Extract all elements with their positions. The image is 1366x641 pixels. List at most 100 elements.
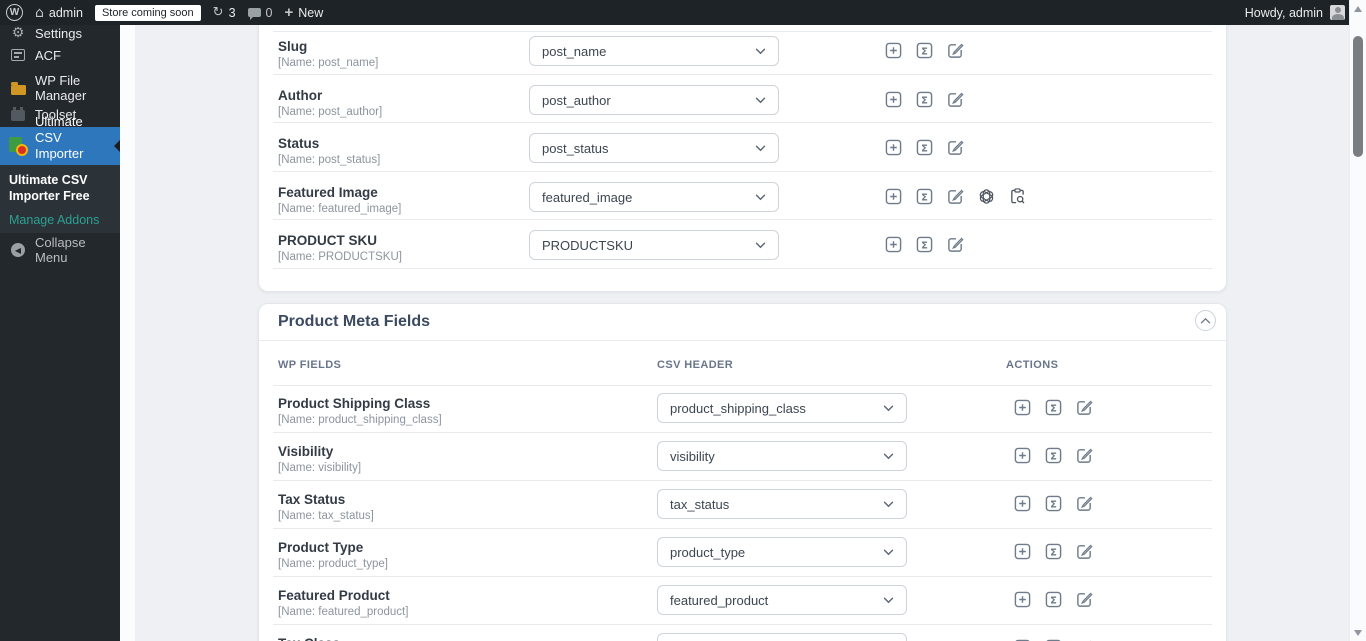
page-scrollbar[interactable] xyxy=(1349,0,1366,641)
field-name-hint: [Name: visibility] xyxy=(278,462,362,474)
new-label: New xyxy=(298,5,324,20)
home-icon: ⌂ xyxy=(35,4,44,21)
collapse-menu-button[interactable]: ◀ Collapse Menu xyxy=(0,235,120,265)
edit-mapping-icon[interactable] xyxy=(1076,399,1093,416)
formula-icon[interactable]: Σ xyxy=(1045,591,1062,608)
formula-icon[interactable]: Σ xyxy=(1045,399,1062,416)
sidebar-item-wp-file-manager[interactable]: WP File Manager xyxy=(0,73,120,103)
csv-header-select[interactable]: featured_product xyxy=(657,585,907,615)
csv-header-select[interactable]: post_status xyxy=(529,133,779,163)
formula-icon[interactable]: Σ xyxy=(1045,495,1062,512)
add-mapping-icon[interactable] xyxy=(885,91,902,108)
updates-menu[interactable]: ↻ 3 xyxy=(207,0,242,25)
row-actions: Σ xyxy=(885,236,964,253)
row-divider xyxy=(273,268,1212,269)
edit-mapping-icon[interactable] xyxy=(1076,495,1093,512)
media-search-icon[interactable] xyxy=(1009,188,1026,205)
csv-header-select[interactable]: post_name xyxy=(529,36,779,66)
selected-csv-header: post_author xyxy=(542,92,611,108)
add-mapping-icon[interactable] xyxy=(885,236,902,253)
submenu-item-manage-addons[interactable]: Manage Addons xyxy=(9,213,120,227)
add-mapping-icon[interactable] xyxy=(1014,543,1031,560)
field-label: Slug xyxy=(278,39,308,54)
add-mapping-icon[interactable] xyxy=(1014,399,1031,416)
sidebar-item-acf[interactable]: ACF xyxy=(0,42,120,68)
csv-header-select[interactable]: featured_image xyxy=(529,182,779,212)
add-mapping-icon[interactable] xyxy=(885,42,902,59)
scroll-up-arrow[interactable] xyxy=(1354,6,1362,12)
submenu-item-csv-importer[interactable]: Ultimate CSV Importer Free xyxy=(9,172,113,205)
edit-mapping-icon[interactable] xyxy=(1076,591,1093,608)
formula-icon[interactable]: Σ xyxy=(916,188,933,205)
field-name-hint: [Name: post_status] xyxy=(278,154,381,166)
csv-header-select[interactable]: post_author xyxy=(529,85,779,115)
post-fields-card: Slug [Name: post_name] post_name Σ Autho… xyxy=(258,0,1227,292)
formula-icon[interactable]: Σ xyxy=(1045,447,1062,464)
my-account-menu[interactable]: Howdy, admin xyxy=(1239,0,1349,25)
field-row-slug: Slug [Name: post_name] post_name Σ xyxy=(259,27,1226,76)
site-link[interactable]: ⌂ admin xyxy=(29,0,89,25)
collapse-card-button[interactable] xyxy=(1195,310,1216,331)
field-name-hint: [Name: product_shipping_class] xyxy=(278,414,442,426)
chevron-down-icon xyxy=(883,596,894,603)
chevron-down-icon xyxy=(755,241,766,248)
formula-icon[interactable]: Σ xyxy=(1045,543,1062,560)
formula-icon[interactable]: Σ xyxy=(916,91,933,108)
field-label: Author xyxy=(278,88,323,103)
wp-admin-bar: W ⌂ admin Store coming soon ↻ 3 0 + New … xyxy=(0,0,1349,25)
sidebar-item-label: Settings xyxy=(35,25,82,41)
add-mapping-icon[interactable] xyxy=(885,188,902,205)
csv-importer-icon xyxy=(8,136,28,156)
add-mapping-icon[interactable] xyxy=(1014,447,1031,464)
add-mapping-icon[interactable] xyxy=(885,139,902,156)
csv-importer-submenu: Ultimate CSV Importer Free Manage Addons xyxy=(0,165,120,233)
acf-icon xyxy=(9,49,27,61)
comments-menu[interactable]: 0 xyxy=(242,0,279,25)
howdy-text: Howdy, admin xyxy=(1244,5,1323,20)
column-header-csv-header: CSV HEADER xyxy=(657,359,734,371)
edit-mapping-icon[interactable] xyxy=(1076,447,1093,464)
csv-header-select[interactable]: product_type xyxy=(657,537,907,567)
settings-icon: ⚙ xyxy=(11,25,25,41)
add-mapping-icon[interactable] xyxy=(1014,495,1031,512)
svg-text:Σ: Σ xyxy=(921,46,928,57)
selected-csv-header: post_name xyxy=(542,43,607,59)
edit-mapping-icon[interactable] xyxy=(1076,543,1093,560)
field-row-featured-image: Featured Image [Name: featured_image] fe… xyxy=(259,173,1226,222)
sidebar-item-ultimate-csv-importer[interactable]: Ultimate CSV Importer Free xyxy=(0,114,120,177)
svg-text:Σ: Σ xyxy=(921,95,928,106)
formula-icon[interactable]: Σ xyxy=(916,42,933,59)
new-content-menu[interactable]: + New xyxy=(278,0,329,25)
row-actions: Σ xyxy=(1014,399,1093,416)
scrollbar-thumb[interactable] xyxy=(1353,36,1363,157)
field-label: Product Shipping Class xyxy=(278,396,431,411)
formula-icon[interactable]: Σ xyxy=(916,236,933,253)
add-mapping-icon[interactable] xyxy=(1014,591,1031,608)
field-name-hint: [Name: tax_status] xyxy=(278,510,374,522)
scroll-down-arrow[interactable] xyxy=(1354,630,1362,636)
field-label: Featured Product xyxy=(278,588,390,603)
field-name-hint: [Name: product_type] xyxy=(278,558,388,570)
csv-header-select[interactable]: PRODUCTSKU xyxy=(529,230,779,260)
edit-mapping-icon[interactable] xyxy=(947,236,964,253)
csv-header-select[interactable]: product_shipping_class xyxy=(657,393,907,423)
row-actions: Σ xyxy=(1014,495,1093,512)
selected-csv-header: product_shipping_class xyxy=(670,400,806,416)
column-header-wp-fields: WP FIELDS xyxy=(278,359,342,371)
field-row-visibility: Visibility [Name: visibility] visibility… xyxy=(259,432,1226,481)
wordpress-logo-menu[interactable]: W xyxy=(0,0,29,25)
edit-mapping-icon[interactable] xyxy=(947,42,964,59)
csv-header-select[interactable] xyxy=(657,633,907,641)
formula-icon[interactable]: Σ xyxy=(916,139,933,156)
field-label: Featured Image xyxy=(278,185,378,200)
chevron-down-icon xyxy=(755,96,766,103)
csv-header-select[interactable]: tax_status xyxy=(657,489,907,519)
edit-mapping-icon[interactable] xyxy=(947,139,964,156)
edit-mapping-icon[interactable] xyxy=(947,91,964,108)
field-row-author: Author [Name: post_author] post_author Σ xyxy=(259,76,1226,125)
csv-header-select[interactable]: visibility xyxy=(657,441,907,471)
openai-gpt-icon[interactable] xyxy=(978,188,995,205)
svg-text:Σ: Σ xyxy=(1050,403,1057,414)
edit-mapping-icon[interactable] xyxy=(947,188,964,205)
row-actions: Σ xyxy=(885,139,964,156)
